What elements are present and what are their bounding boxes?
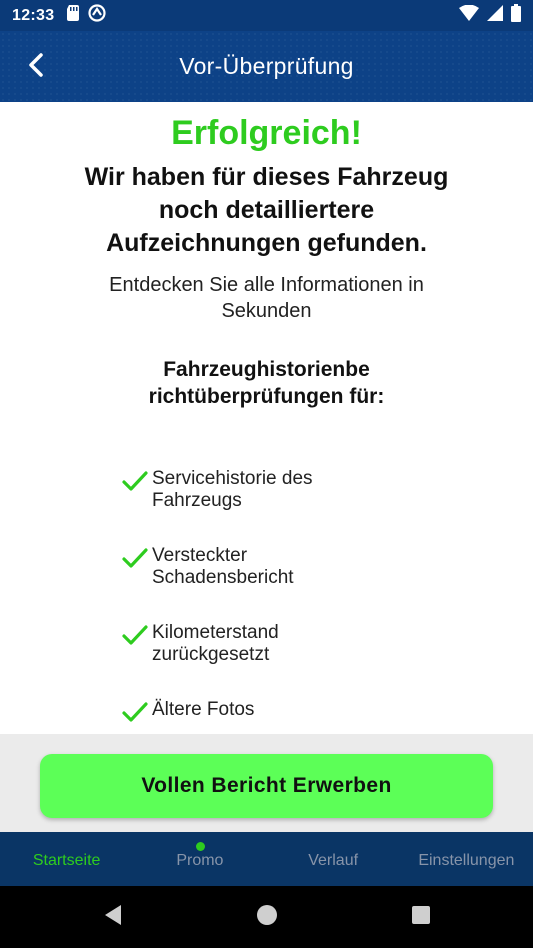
check-icon <box>122 468 152 497</box>
nav-item-label: Promo <box>176 852 224 869</box>
nav-item-label: Einstellungen <box>418 852 515 869</box>
system-nav-bar <box>0 886 533 948</box>
feature-label: Ältere Fotos <box>152 699 255 720</box>
signal-icon <box>487 5 503 26</box>
feature-list: Servicehistorie des Fahrzeugs Versteckte… <box>122 468 362 734</box>
main-content: Erfolgreich! Wir haben für dieses Fahrze… <box>0 102 533 734</box>
feature-item: Ältere Fotos <box>122 699 362 734</box>
system-back-button[interactable] <box>36 904 190 931</box>
status-left-icons <box>66 4 107 27</box>
bottom-nav: Startseite Promo Verlauf Einstellungen <box>0 832 533 886</box>
nav-item-einstellungen[interactable]: Einstellungen <box>400 832 533 886</box>
triangle-back-icon <box>103 904 123 931</box>
feature-label: Versteckter Schadensbericht <box>152 545 294 588</box>
feature-item: Servicehistorie des Fahrzeugs <box>122 468 362 545</box>
feature-label: Kilometerstand zurückgesetzt <box>152 622 279 665</box>
battery-icon <box>511 4 521 27</box>
cta-area: Vollen Bericht Erwerben <box>0 734 533 832</box>
feature-label: Servicehistorie des Fahrzeugs <box>152 468 313 511</box>
page-title: Vor-Überprüfung <box>179 53 354 79</box>
notification-dot <box>195 842 205 851</box>
sd-card-icon <box>66 5 80 26</box>
checks-heading: Fahrzeughistorienbe richtüberprüfungen f… <box>148 358 385 408</box>
check-icon <box>122 622 152 651</box>
back-button[interactable] <box>18 49 54 85</box>
nav-item-promo[interactable]: Promo <box>133 832 266 886</box>
wifi-icon <box>459 4 479 26</box>
status-bar: 12:33 <box>0 0 533 31</box>
nav-item-label: Startseite <box>32 852 101 869</box>
feature-item: Versteckter Schadensbericht <box>122 545 362 622</box>
square-recents-icon <box>411 905 431 930</box>
nav-item-verlauf[interactable]: Verlauf <box>267 832 400 886</box>
chevron-left-icon <box>27 52 45 82</box>
subline: Entdecken Sie alle Informationen in Seku… <box>109 274 424 322</box>
status-time: 12:33 <box>12 6 55 24</box>
nav-item-startseite[interactable]: Startseite <box>0 832 133 886</box>
status-right-icons <box>459 4 521 27</box>
check-icon <box>122 699 152 728</box>
nav-item-label: Verlauf <box>308 852 359 869</box>
app-bar: Vor-Überprüfung <box>0 31 533 102</box>
system-home-button[interactable] <box>190 904 344 931</box>
buy-full-report-button[interactable]: Vollen Bericht Erwerben <box>40 754 493 818</box>
feature-item: Kilometerstand zurückgesetzt <box>122 622 362 699</box>
check-icon <box>122 545 152 574</box>
success-title: Erfolgreich! <box>171 114 362 152</box>
system-recents-button[interactable] <box>344 905 498 930</box>
circle-home-icon <box>256 904 278 931</box>
sync-icon <box>88 4 107 27</box>
headline: Wir haben für dieses Fahrzeug noch detai… <box>84 163 449 257</box>
